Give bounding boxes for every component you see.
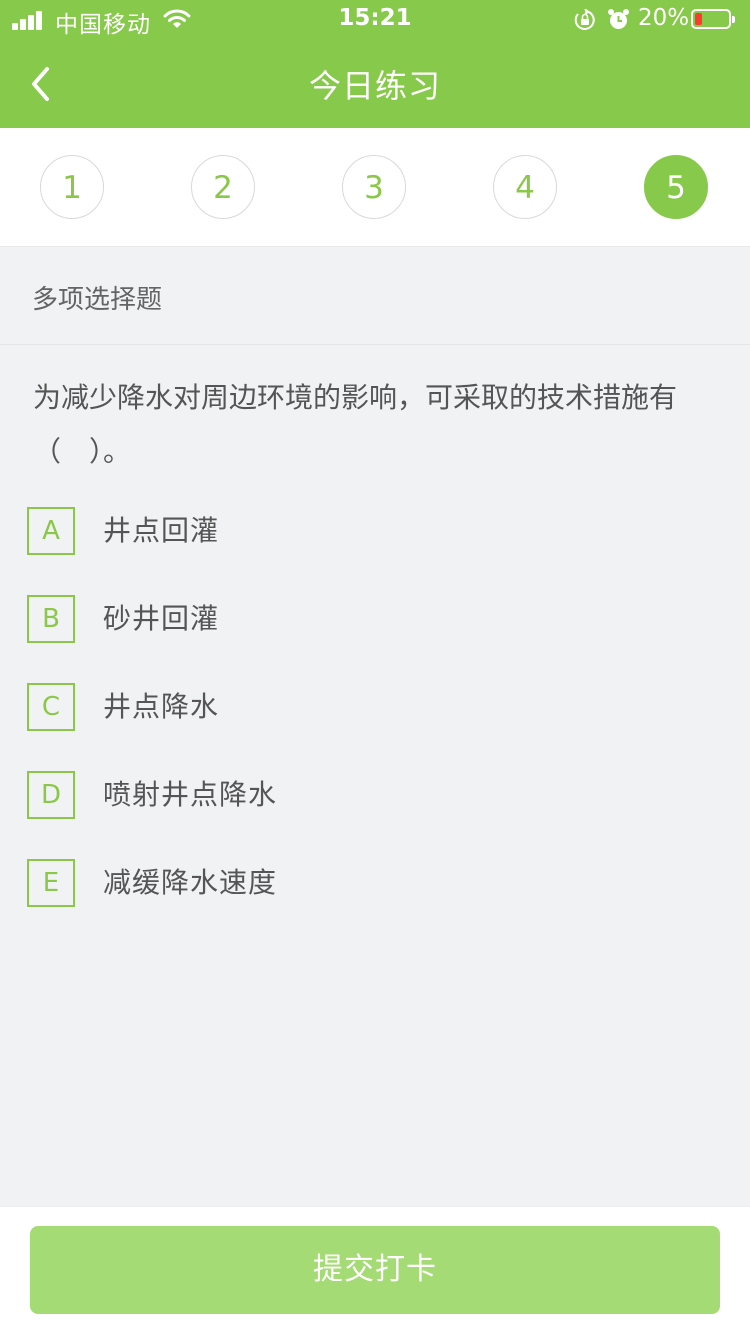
battery-icon <box>691 9 735 29</box>
option-text: 井点降水 <box>103 690 220 723</box>
option-letter: C <box>27 683 75 731</box>
step-2[interactable]: 2 <box>191 155 255 219</box>
app-header: 中国移动 15:21 20% 今日练习 <box>0 0 750 128</box>
battery-percentage: 20% <box>638 5 690 31</box>
step-1[interactable]: 1 <box>40 155 104 219</box>
option-letter: B <box>27 595 75 643</box>
option-c[interactable]: C 井点降水 <box>27 683 717 731</box>
status-bar: 中国移动 15:21 20% <box>0 0 750 40</box>
alarm-clock-icon <box>608 9 629 29</box>
question-step-navigator: 1 2 3 4 5 <box>0 128 750 247</box>
option-text: 井点回灌 <box>103 514 220 547</box>
option-text: 减缓降水速度 <box>103 866 278 899</box>
option-letter: E <box>27 859 75 907</box>
battery-level <box>695 13 702 25</box>
option-d[interactable]: D 喷射井点降水 <box>27 771 717 819</box>
option-letter: A <box>27 507 75 555</box>
option-text: 喷射井点降水 <box>103 778 278 811</box>
submit-checkin-button[interactable]: 提交打卡 <box>30 1226 720 1314</box>
page-title: 今日练习 <box>308 67 441 105</box>
question-text: 为减少降水对周边环境的影响，可采取的技术措施有（ ）。 <box>33 381 678 468</box>
question-type-label: 多项选择题 <box>0 247 750 345</box>
step-4[interactable]: 4 <box>493 155 557 219</box>
bottom-action-bar: 提交打卡 <box>0 1206 750 1335</box>
option-a[interactable]: A 井点回灌 <box>27 507 717 555</box>
step-5-current[interactable]: 5 <box>644 155 708 219</box>
option-e[interactable]: E 减缓降水速度 <box>27 859 717 907</box>
step-3[interactable]: 3 <box>342 155 406 219</box>
option-b[interactable]: B 砂井回灌 <box>27 595 717 643</box>
orientation-lock-icon <box>574 9 595 30</box>
option-letter: D <box>27 771 75 819</box>
option-text: 砂井回灌 <box>103 602 220 635</box>
